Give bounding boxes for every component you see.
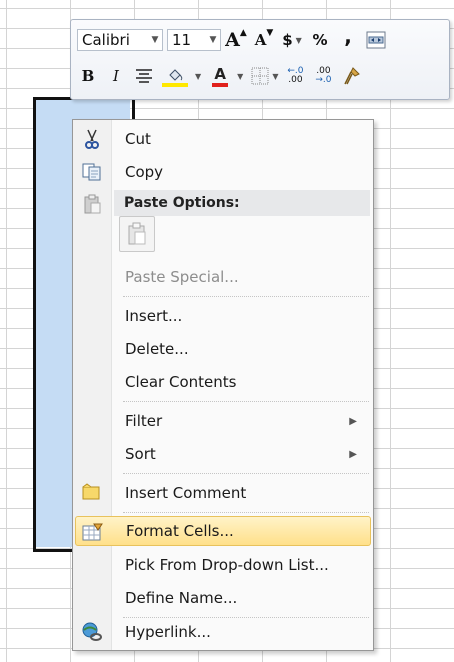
increase-decimal-label: .00 (288, 75, 303, 85)
italic-button[interactable]: I (105, 64, 127, 88)
align-center-icon (136, 69, 152, 83)
chevron-down-icon[interactable]: ▼ (206, 35, 220, 45)
menu-item-cut[interactable]: Cut (75, 124, 371, 154)
increase-decimal-button[interactable]: ←.0 .00 (284, 64, 306, 88)
merge-center-button[interactable] (365, 28, 387, 52)
submenu-arrow-icon: ▶ (349, 415, 357, 427)
menu-item-copy[interactable]: Copy (75, 157, 371, 187)
decrease-decimal-button[interactable]: .00 →.0 (312, 64, 334, 88)
menu-item-label: Copy (125, 163, 164, 181)
format-painter-icon (344, 67, 361, 85)
chevron-down-icon[interactable]: ▼ (237, 72, 243, 81)
menu-item-label: Filter (125, 412, 163, 430)
menu-separator (123, 401, 369, 402)
chevron-down-icon[interactable]: ▼ (195, 72, 201, 81)
shrink-font-label: A (254, 31, 267, 49)
italic-label: I (113, 67, 119, 85)
context-menu: Cut Copy Paste Options: Paste Special...… (72, 119, 374, 651)
menu-item-label: Delete... (125, 340, 189, 358)
menu-item-label: Cut (125, 130, 151, 148)
menu-item-label: Hyperlink... (125, 623, 211, 641)
menu-item-paste-special[interactable]: Paste Special... (75, 262, 371, 292)
caret-up-icon: ▲ (239, 28, 247, 38)
bold-button[interactable]: B (77, 64, 99, 88)
font-color-bar (212, 83, 229, 87)
shrink-font-button[interactable]: A ▼ (253, 28, 275, 52)
menu-item-delete[interactable]: Delete... (75, 334, 371, 364)
menu-item-label: Paste Special... (125, 268, 239, 286)
menu-item-label: Pick From Drop-down List... (125, 556, 329, 574)
hyperlink-icon (81, 621, 103, 643)
borders-button[interactable]: ▼ (251, 64, 278, 88)
grow-font-button[interactable]: A ▲ (225, 28, 247, 52)
menu-separator (123, 512, 369, 513)
paste-icon (128, 222, 146, 245)
grow-font-label: A (225, 29, 240, 51)
menu-item-label: Define Name... (125, 589, 238, 607)
comment-icon (81, 482, 103, 504)
menu-item-hyperlink[interactable]: Hyperlink... (75, 617, 371, 647)
menu-separator (123, 296, 369, 297)
font-color-label: A (214, 65, 226, 83)
scissors-icon (81, 128, 103, 150)
arrow-right-icon: →.0 (315, 75, 332, 85)
currency-button[interactable]: $ ▼ (281, 28, 303, 52)
percent-button[interactable]: % (309, 28, 331, 52)
center-align-button[interactable] (133, 64, 155, 88)
menu-item-sort[interactable]: Sort ▶ (75, 439, 371, 469)
paste-option-button[interactable] (119, 216, 155, 252)
toolbar-row-1: Calibri ▼ 11 ▼ A ▲ A ▼ $ ▼ % , (77, 24, 393, 53)
menu-item-label: Clear Contents (125, 373, 237, 391)
merge-center-icon (366, 31, 386, 49)
menu-item-label: Insert... (125, 307, 183, 325)
format-cells-icon (82, 521, 104, 543)
chevron-down-icon[interactable]: ▼ (296, 36, 302, 45)
comma-style-button[interactable]: , (337, 24, 359, 52)
font-name-value: Calibri (82, 31, 130, 49)
font-size-value: 11 (172, 31, 192, 49)
chevron-down-icon[interactable]: ▼ (272, 72, 278, 81)
currency-label: $ (282, 31, 293, 49)
format-painter-button[interactable] (340, 64, 362, 88)
menu-item-insert[interactable]: Insert... (75, 301, 371, 331)
menu-item-label: Insert Comment (125, 484, 247, 502)
menu-item-filter[interactable]: Filter ▶ (75, 406, 371, 436)
borders-icon (251, 67, 269, 85)
menu-item-insert-comment[interactable]: Insert Comment (75, 478, 371, 508)
paste-icon (81, 193, 103, 215)
font-color-button[interactable]: A (209, 64, 231, 88)
menu-item-define-name[interactable]: Define Name... (75, 583, 371, 613)
fill-color-bar (162, 83, 188, 87)
paste-options-header: Paste Options: (114, 190, 370, 216)
submenu-arrow-icon: ▶ (349, 448, 357, 460)
caret-down-icon: ▼ (266, 28, 274, 38)
font-name-combo[interactable]: Calibri ▼ (77, 29, 163, 51)
font-size-combo[interactable]: 11 ▼ (167, 29, 221, 51)
percent-label: % (312, 31, 328, 49)
menu-item-label: Format Cells... (126, 522, 234, 540)
toolbar-row-2: B I ▼ A ▼ ▼ ←.0 .00 .00 →.0 (77, 63, 368, 89)
menu-item-format-cells[interactable]: Format Cells... (75, 516, 371, 546)
comma-label: , (344, 24, 352, 48)
menu-item-clear-contents[interactable]: Clear Contents (75, 367, 371, 397)
menu-item-pick-from-list[interactable]: Pick From Drop-down List... (75, 550, 371, 580)
copy-icon (81, 161, 103, 183)
menu-separator (123, 473, 369, 474)
fill-color-button[interactable] (161, 64, 189, 88)
mini-toolbar: Calibri ▼ 11 ▼ A ▲ A ▼ $ ▼ % , B I ▼ A ▼… (70, 19, 450, 100)
menu-item-label: Sort (125, 445, 156, 463)
bold-label: B (81, 67, 95, 85)
chevron-down-icon[interactable]: ▼ (148, 35, 162, 45)
